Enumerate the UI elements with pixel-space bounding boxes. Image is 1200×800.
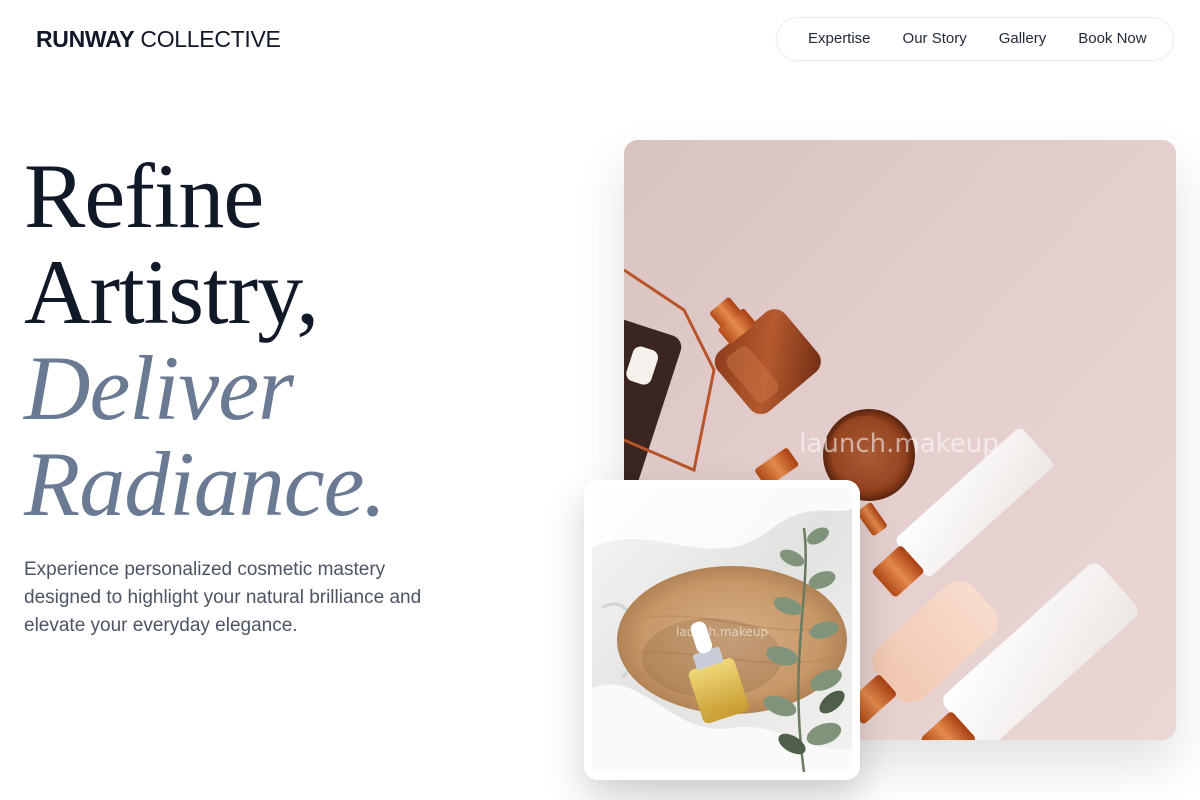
headline-line-radiance: Radiance.	[24, 433, 386, 535]
inset-serum-image-card: launch.makeup	[584, 480, 860, 780]
headline-line-refine: Refine	[24, 145, 264, 247]
brand-name-bold: RUNWAY	[36, 26, 135, 52]
hero-description: Experience personalized cosmetic mastery…	[24, 559, 422, 636]
headline-line-deliver: Deliver	[24, 337, 294, 439]
brand-name-light: COLLECTIVE	[134, 26, 281, 52]
inset-image-watermark: launch.makeup	[676, 625, 768, 639]
landing-page: RUNWAY COLLECTIVE Expertise Our Story Ga…	[0, 0, 1200, 800]
nav-link-book-now[interactable]: Book Now	[1078, 29, 1146, 49]
nav-link-our-story[interactable]: Our Story	[903, 29, 967, 49]
headline-line-artistry: Artistry,	[24, 241, 319, 343]
main-image-watermark: launch.makeup	[799, 429, 999, 459]
nav-link-expertise[interactable]: Expertise	[808, 29, 871, 49]
main-navigation: Expertise Our Story Gallery Book Now	[776, 17, 1174, 61]
hero-headline: Refine Artistry, Deliver Radiance.	[24, 145, 386, 535]
brand-logo[interactable]: RUNWAY COLLECTIVE	[36, 24, 281, 54]
inset-serum-image: launch.makeup	[592, 488, 852, 772]
nav-link-gallery[interactable]: Gallery	[999, 29, 1047, 49]
